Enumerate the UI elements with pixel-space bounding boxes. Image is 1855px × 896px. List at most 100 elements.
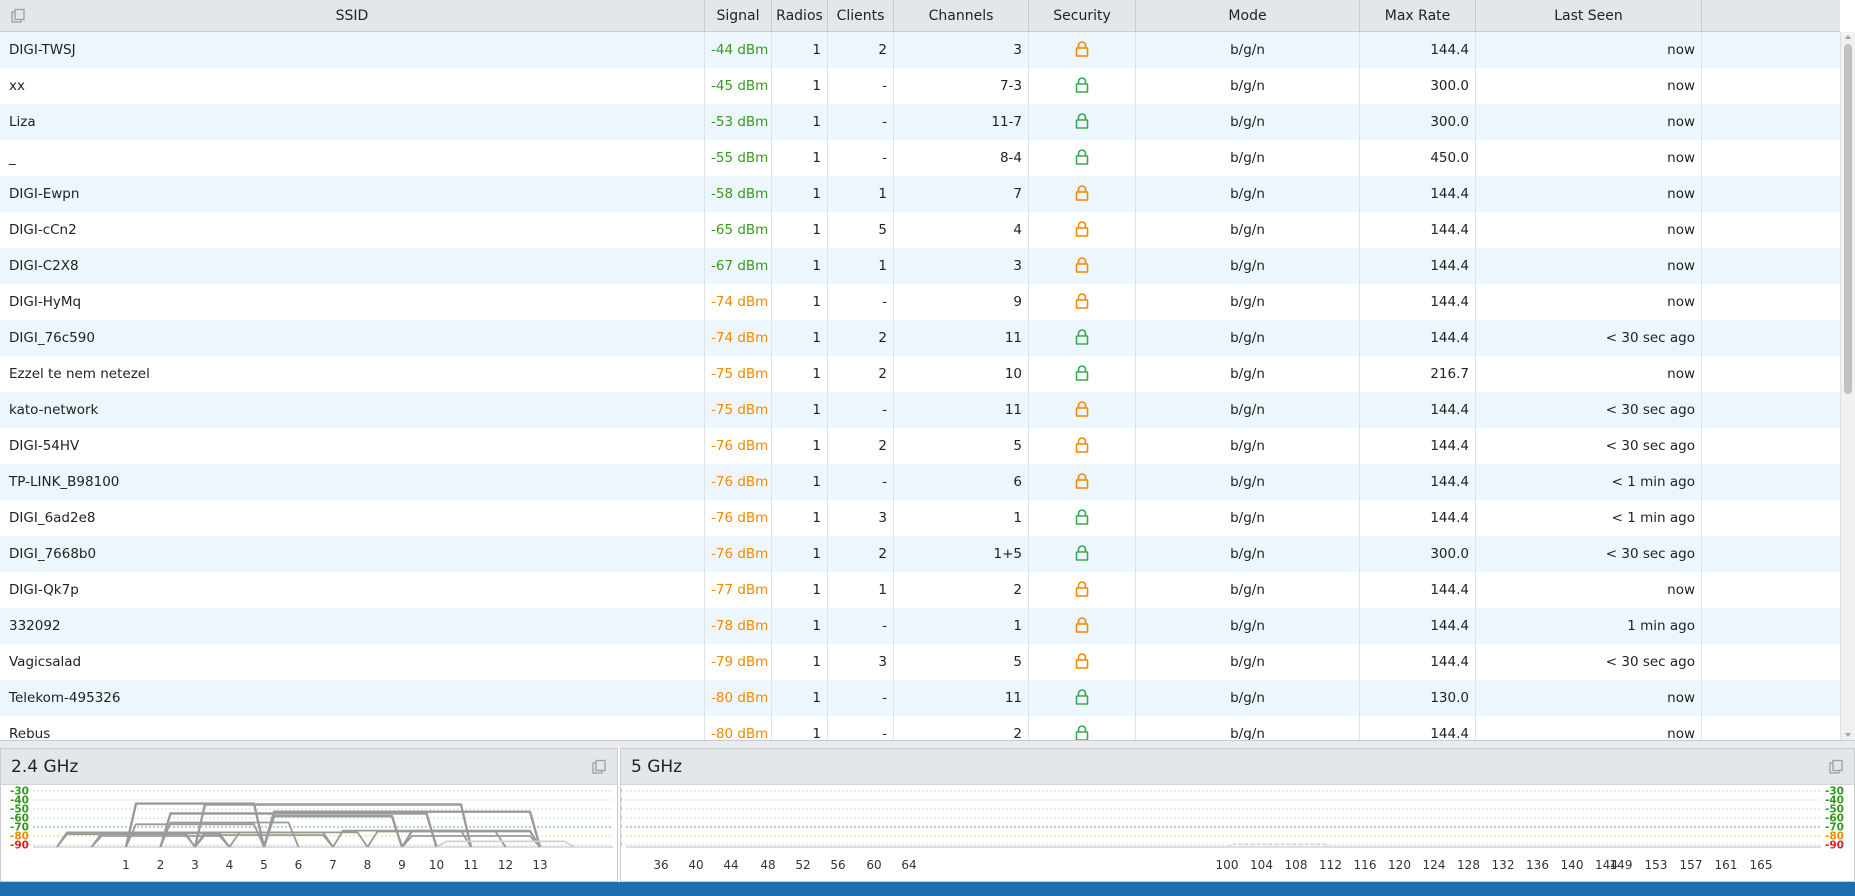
cell-channels: 7-3 bbox=[894, 68, 1029, 104]
scroll-down-arrow-icon[interactable] bbox=[1843, 730, 1853, 740]
scroll-up-arrow-icon[interactable] bbox=[1843, 32, 1853, 42]
cell-clients: - bbox=[828, 608, 894, 644]
cell-channels: 11 bbox=[894, 680, 1029, 716]
column-header-ssid[interactable]: SSID bbox=[0, 0, 705, 32]
table-row[interactable]: 332092 -78 dBm 1-1 b/g/n 144.4 1 min ago bbox=[0, 608, 1840, 644]
cell-signal: -76 dBm bbox=[705, 500, 772, 536]
cell-max-rate: 144.4 bbox=[1360, 500, 1476, 536]
orange-lock-icon bbox=[1075, 652, 1089, 669]
cell-filler bbox=[1702, 104, 1840, 140]
table-scrollbar[interactable] bbox=[1840, 32, 1855, 740]
table-row[interactable]: _ -55 dBm 1-8-4 b/g/n 450.0 now bbox=[0, 140, 1840, 176]
copy-icon[interactable] bbox=[591, 759, 607, 775]
cell-channels: 1+5 bbox=[894, 536, 1029, 572]
column-label: Security bbox=[1053, 8, 1111, 24]
table-row[interactable]: DIGI-TWSJ -44 dBm 1 2 3 b/g/n 144.4 now bbox=[0, 32, 1840, 68]
cell-clients: 1 bbox=[828, 176, 894, 212]
cell-max-rate: 144.4 bbox=[1360, 716, 1476, 740]
cell-last-seen: now bbox=[1476, 716, 1702, 740]
orange-lock-icon bbox=[1075, 40, 1089, 57]
cell-clients: - bbox=[828, 284, 894, 320]
table-header: SSID Signal Radios Clients Channels Secu… bbox=[0, 0, 1840, 32]
table-row[interactable]: DIGI_76c590 -74 dBm 1 2 11 b/g/n 144.4 < 30 sec… bbox=[0, 320, 1840, 356]
cell-security bbox=[1029, 320, 1136, 356]
cell-mode: b/g/n bbox=[1136, 464, 1360, 500]
x-tick-label: 3 bbox=[191, 858, 199, 872]
table-row[interactable]: Rebus -80 dBm 1-2 b/g/n 144.4 now bbox=[0, 716, 1840, 740]
x-tick-label: 140 bbox=[1561, 858, 1584, 872]
cell-channels: 11 bbox=[894, 320, 1029, 356]
column-header-mode[interactable]: Mode bbox=[1136, 0, 1360, 32]
x-tick-label: 52 bbox=[795, 858, 810, 872]
scroll-thumb[interactable] bbox=[1844, 44, 1852, 394]
table-row[interactable]: DIGI-HyMq -74 dBm 1-9 b/g/n 144.4 now bbox=[0, 284, 1840, 320]
cell-channels: 1 bbox=[894, 500, 1029, 536]
table-row[interactable]: Ezzel te nem netezel -75 dBm 1 2 10 b/g/n 216.… bbox=[0, 356, 1840, 392]
cell-channels: 11-7 bbox=[894, 104, 1029, 140]
column-header-radios[interactable]: Radios bbox=[772, 0, 828, 32]
cell-last-seen: < 1 min ago bbox=[1476, 500, 1702, 536]
column-header-clients[interactable]: Clients bbox=[828, 0, 894, 32]
cell-radios: 1 bbox=[772, 320, 828, 356]
cell-ssid: DIGI_7668b0 bbox=[0, 536, 705, 572]
cell-channels: 8-4 bbox=[894, 140, 1029, 176]
x-tick-label: 157 bbox=[1680, 858, 1703, 872]
cell-filler bbox=[1702, 392, 1840, 428]
cell-clients: - bbox=[828, 392, 894, 428]
cell-security bbox=[1029, 428, 1136, 464]
table-row[interactable]: DIGI-Ewpn -58 dBm 1 1 7 b/g/n 144.4 now bbox=[0, 176, 1840, 212]
cell-filler bbox=[1702, 428, 1840, 464]
orange-lock-icon bbox=[1075, 292, 1089, 309]
panel-header: 2.4 GHz bbox=[1, 749, 617, 785]
column-header-security[interactable]: Security bbox=[1029, 0, 1136, 32]
x-tick-label: 40 bbox=[688, 858, 703, 872]
cell-signal: -80 dBm bbox=[705, 680, 772, 716]
copy-icon[interactable] bbox=[1828, 759, 1844, 775]
table-row[interactable]: Liza -53 dBm 1-11-7 b/g/n 300.0 now bbox=[0, 104, 1840, 140]
panel-title: 2.4 GHz bbox=[11, 757, 79, 777]
orange-lock-icon bbox=[1075, 580, 1089, 597]
cell-security bbox=[1029, 248, 1136, 284]
x-tick-label: 8 bbox=[364, 858, 372, 872]
cell-last-seen: now bbox=[1476, 680, 1702, 716]
table-row[interactable]: xx -45 dBm 1-7-3 b/g/n 300.0 now bbox=[0, 68, 1840, 104]
panel-splitter[interactable] bbox=[0, 740, 1855, 748]
table-row[interactable]: DIGI_6ad2e8 -76 dBm 1 3 1 b/g/n 144.4 < 1 min a… bbox=[0, 500, 1840, 536]
table-row[interactable]: DIGI-cCn2 -65 dBm 1 5 4 b/g/n 144.4 now bbox=[0, 212, 1840, 248]
green-lock-icon bbox=[1075, 112, 1089, 129]
cell-ssid: kato-network bbox=[0, 392, 705, 428]
copy-icon[interactable] bbox=[10, 8, 26, 24]
cell-mode: b/g/n bbox=[1136, 392, 1360, 428]
cell-radios: 1 bbox=[772, 356, 828, 392]
cell-radios: 1 bbox=[772, 500, 828, 536]
cell-channels: 2 bbox=[894, 716, 1029, 740]
table-row[interactable]: TP-LINK_B98100 -76 dBm 1-6 b/g/n 144.4 < 1 mi… bbox=[0, 464, 1840, 500]
column-header-filler bbox=[1702, 0, 1840, 32]
column-header-last-seen[interactable]: Last Seen bbox=[1476, 0, 1702, 32]
table-row[interactable]: DIGI_7668b0 -76 dBm 1 2 1+5 b/g/n 300.0 < 30 se… bbox=[0, 536, 1840, 572]
x-tick-label: 165 bbox=[1750, 858, 1773, 872]
cell-signal: -45 dBm bbox=[705, 68, 772, 104]
table-row[interactable]: DIGI-54HV -76 dBm 1 2 5 b/g/n 144.4 < 30 sec ag… bbox=[0, 428, 1840, 464]
column-header-channels[interactable]: Channels bbox=[894, 0, 1029, 32]
network-table: SSID Signal Radios Clients Channels Secu… bbox=[0, 0, 1855, 740]
column-header-signal[interactable]: Signal bbox=[705, 0, 772, 32]
column-header-max-rate[interactable]: Max Rate bbox=[1360, 0, 1476, 32]
orange-lock-icon bbox=[1075, 472, 1089, 489]
cell-mode: b/g/n bbox=[1136, 500, 1360, 536]
cell-signal: -65 dBm bbox=[705, 212, 772, 248]
table-row[interactable]: DIGI-Qk7p -77 dBm 1 1 2 b/g/n 144.4 now bbox=[0, 572, 1840, 608]
table-row[interactable]: kato-network -75 dBm 1-11 b/g/n 144.4 < 30 se… bbox=[0, 392, 1840, 428]
network-curve[interactable] bbox=[124, 802, 266, 848]
cell-filler bbox=[1702, 140, 1840, 176]
table-row[interactable]: Vagicsalad -79 dBm 1 3 5 b/g/n 144.4 < 30 sec a… bbox=[0, 644, 1840, 680]
cell-max-rate: 144.4 bbox=[1360, 32, 1476, 68]
cell-radios: 1 bbox=[772, 536, 828, 572]
cell-max-rate: 144.4 bbox=[1360, 428, 1476, 464]
table-row[interactable]: Telekom-495326 -80 dBm 1-11 b/g/n 130.0 now bbox=[0, 680, 1840, 716]
cell-security bbox=[1029, 716, 1136, 740]
x-tick-label: 44 bbox=[723, 858, 738, 872]
table-row[interactable]: DIGI-C2X8 -67 dBm 1 1 3 b/g/n 144.4 now bbox=[0, 248, 1840, 284]
cell-filler bbox=[1702, 248, 1840, 284]
x-tick-label: 149 bbox=[1610, 858, 1633, 872]
